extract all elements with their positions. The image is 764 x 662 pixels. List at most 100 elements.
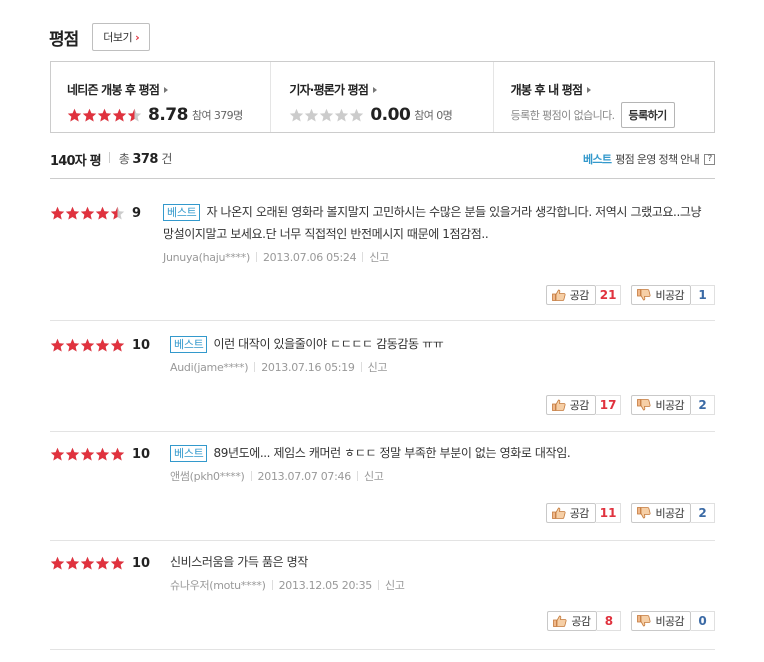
- star-icon: [110, 447, 125, 461]
- review-date: 2013.07.07 07:46: [257, 469, 352, 483]
- section-title: 평점: [49, 29, 79, 50]
- review-item: 10 신비스러움을 가득 품은 명작 슈나우저(motu****) 2013.1…: [50, 555, 715, 650]
- dislike-count: 1: [691, 285, 715, 305]
- critic-rating: 기자·평론가 평점 0.00 참여 0명: [270, 62, 492, 132]
- netizen-count: 참여 379명: [191, 109, 243, 122]
- star-icon: [50, 447, 65, 461]
- policy-link[interactable]: 베스트 평점 운영 정책 안내 ?: [583, 151, 715, 167]
- review-meta: 슈나우저(motu****) 2013.12.05 20:35 신고: [170, 577, 715, 593]
- star-icon: [95, 447, 110, 461]
- star-icon: [82, 108, 97, 121]
- help-icon[interactable]: ?: [704, 153, 715, 165]
- report-link[interactable]: 신고: [369, 249, 389, 265]
- star-icon: [50, 556, 65, 570]
- more-button[interactable]: 더보기 ›: [92, 23, 151, 51]
- star-icon: [65, 338, 80, 352]
- star-icon: [112, 108, 127, 121]
- vote-buttons: 공감 17 비공감 2: [545, 395, 715, 415]
- best-label: 베스트: [582, 153, 612, 166]
- dislike-count: 0: [691, 611, 715, 631]
- review-author[interactable]: 슈나우저(motu****): [170, 577, 266, 593]
- critic-stars: [289, 108, 364, 123]
- review-meta: 앤썸(pkh0****) 2013.07.07 07:46 신고: [170, 468, 715, 484]
- star-icon: [95, 556, 110, 570]
- vote-buttons: 공감 8 비공감 0: [547, 611, 715, 631]
- dislike-button[interactable]: 비공감: [631, 611, 691, 631]
- netizen-rating-link[interactable]: 네티즌 개봉 후 평점: [67, 81, 270, 98]
- critic-rating-link[interactable]: 기자·평론가 평점: [289, 81, 492, 98]
- review-meta: Junuya(haju****) 2013.07.06 05:24 신고: [163, 249, 715, 265]
- star-icon: [65, 556, 80, 570]
- review-date: 2013.07.16 05:19: [261, 360, 355, 374]
- dislike-button[interactable]: 비공감: [631, 285, 691, 305]
- thumbs-down-icon: [637, 289, 651, 301]
- star-icon: [80, 338, 95, 352]
- report-link[interactable]: 신고: [385, 577, 405, 593]
- review-score: 9: [132, 206, 142, 221]
- star-icon: [80, 447, 95, 461]
- thumbs-up-icon: [551, 399, 566, 411]
- critic-count: 참여 0명: [414, 109, 453, 122]
- thumbs-up-icon: [551, 289, 566, 301]
- best-badge: 베스트: [170, 336, 208, 353]
- review-meta: Audi(jame****) 2013.07.16 05:19 신고: [170, 359, 715, 375]
- netizen-stars: [67, 108, 142, 123]
- no-rating-message: 등록한 평점이 없습니다.: [510, 109, 615, 122]
- star-icon: [110, 556, 125, 570]
- report-link[interactable]: 신고: [368, 359, 388, 375]
- review-author[interactable]: Audi(jame****): [170, 361, 249, 374]
- my-rating: 개봉 후 내 평점 등록한 평점이 없습니다. 등록하기: [492, 62, 714, 132]
- vote-buttons: 공감 21 비공감 1: [545, 285, 715, 305]
- policy-label: 평점 운영 정책 안내: [615, 153, 699, 166]
- netizen-score: 8.78: [148, 105, 188, 125]
- rating-header: 평점 더보기 ›: [49, 23, 151, 51]
- star-icon: [127, 108, 142, 121]
- star-icon: [290, 108, 304, 121]
- star-icon: [110, 338, 125, 352]
- more-button-label: 더보기: [103, 31, 133, 44]
- best-badge: 베스트: [170, 445, 208, 462]
- vote-buttons: 공감 11 비공감 2: [545, 503, 715, 523]
- like-button[interactable]: 공감: [545, 503, 596, 523]
- dislike-button[interactable]: 비공감: [631, 395, 691, 415]
- review-date: 2013.12.05 20:35: [278, 578, 373, 592]
- review-stars: [50, 338, 125, 353]
- review-score: 10: [132, 556, 151, 571]
- review-score: 10: [132, 338, 151, 353]
- review-text: 베스트 이런 대작이 있을줄이야 ㄷㄷㄷㄷ 감동감동 ㅠㅠ: [170, 333, 715, 355]
- dislike-button[interactable]: 비공감: [631, 503, 691, 523]
- rating-summary-box: 네티즌 개봉 후 평점 8.78 참여 379명 기자·평론가 평점 0.00 …: [50, 61, 715, 133]
- register-rating-button[interactable]: 등록하기: [620, 102, 675, 128]
- review-item: 9 베스트 자 나온지 오래된 영화라 볼지말지 고민하시는 수많은 분들 있을거…: [50, 204, 715, 321]
- thumbs-up-icon: [553, 615, 567, 627]
- chevron-right-icon: ›: [135, 30, 140, 44]
- review-author[interactable]: 앤썸(pkh0****): [170, 468, 245, 484]
- star-icon: [65, 206, 80, 220]
- divider: [108, 152, 110, 163]
- like-button[interactable]: 공감: [545, 395, 596, 415]
- review-list-header: 140자 평 총 378 건 베스트 평점 운영 정책 안내 ?: [50, 150, 715, 179]
- thumbs-down-icon: [637, 615, 651, 627]
- star-icon: [67, 108, 82, 121]
- review-text: 베스트 89년도에... 제임스 캐머런 ㅎㄷㄷ 정말 부족한 부분이 없는 영화…: [170, 442, 715, 464]
- review-text: 신비스러움을 가득 품은 명작: [170, 555, 308, 569]
- triangle-right-icon: [587, 86, 592, 93]
- review-stars: [50, 447, 125, 462]
- like-count: 17: [595, 395, 622, 415]
- like-button[interactable]: 공감: [547, 611, 598, 631]
- star-icon: [95, 206, 110, 220]
- report-link[interactable]: 신고: [364, 468, 384, 484]
- star-icon: [350, 108, 364, 121]
- like-count: 21: [595, 285, 622, 305]
- triangle-right-icon: [164, 86, 169, 93]
- review-stars: [50, 556, 125, 571]
- star-icon: [50, 338, 65, 352]
- thumbs-down-icon: [637, 507, 651, 519]
- thumbs-down-icon: [637, 399, 651, 411]
- dislike-count: 2: [691, 503, 715, 523]
- star-icon: [320, 108, 334, 121]
- like-button[interactable]: 공감: [545, 285, 596, 305]
- review-author[interactable]: Junuya(haju****): [163, 251, 250, 264]
- triangle-right-icon: [373, 86, 378, 93]
- my-rating-link[interactable]: 개봉 후 내 평점: [511, 81, 714, 98]
